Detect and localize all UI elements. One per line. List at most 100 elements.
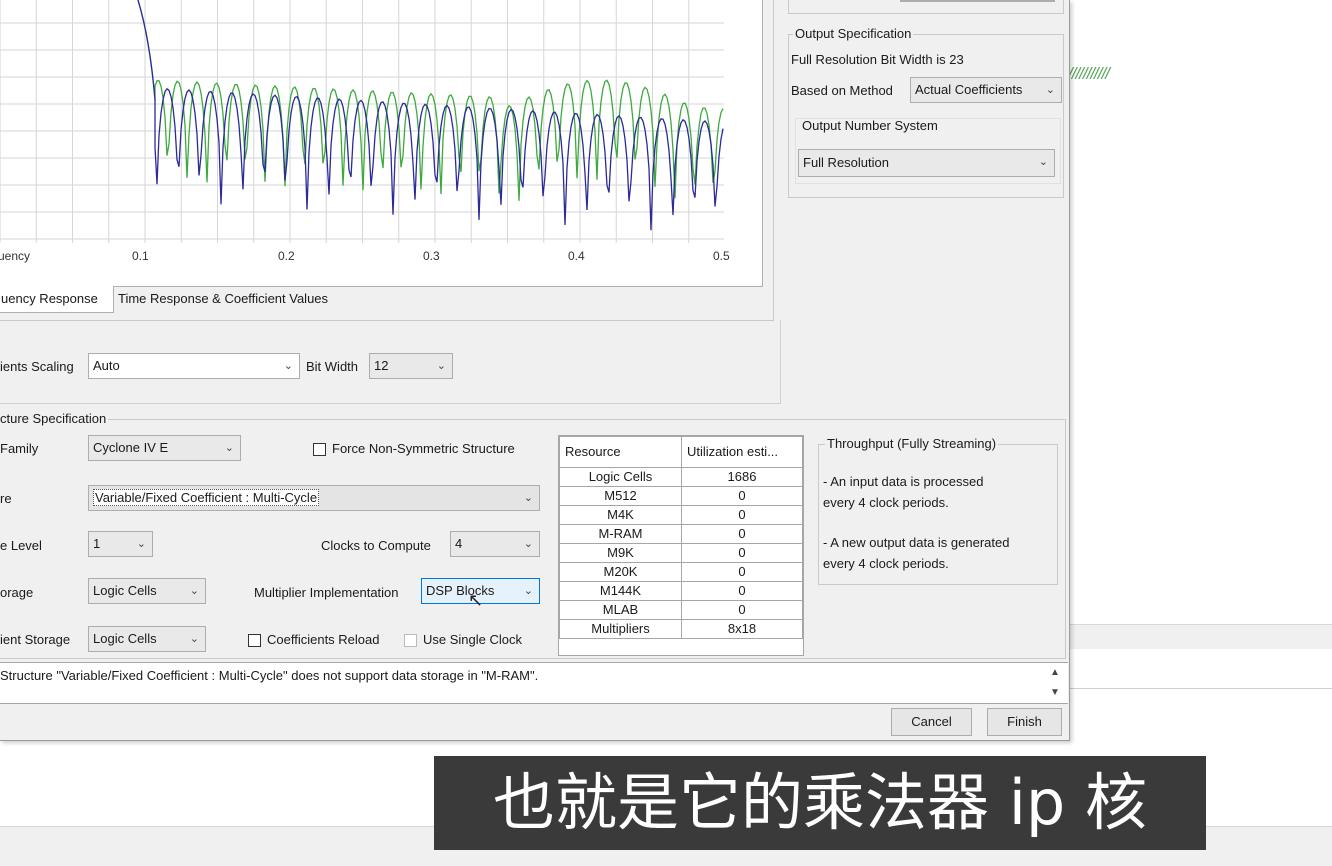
scroll-down-icon[interactable]: ▼ (1050, 687, 1060, 698)
resource-utilization-cell: 0 (681, 524, 803, 544)
x-tick-label: 0.2 (278, 249, 295, 263)
data-storage-select[interactable]: Logic Cells ⌄ (88, 578, 206, 604)
resource-utilization-cell: 0 (681, 562, 803, 582)
upper-combo-edge (900, 0, 1055, 2)
table-header-row: Resource Utilization esti... (559, 436, 803, 468)
number-system-select[interactable]: Full Resolution ⌄ (798, 149, 1055, 177)
scroll-up-icon[interactable]: ▲ (1050, 667, 1060, 678)
chart-tabs: uency Response Time Response & Coefficie… (0, 286, 762, 314)
clocks-to-compute-select[interactable]: 4 ⌄ (450, 531, 540, 557)
pipeline-level-label: e Level (0, 538, 42, 553)
coefficients-scaling-value: Auto (93, 358, 120, 373)
resource-name-cell: M20K (559, 562, 682, 582)
background-divider (1070, 688, 1332, 689)
coefficient-storage-select[interactable]: Logic Cells ⌄ (88, 626, 206, 652)
resource-utilization-table: Resource Utilization esti... Logic Cells… (559, 436, 803, 639)
number-system-value: Full Resolution (803, 155, 889, 170)
table-row: M-RAM 0 (559, 524, 803, 544)
resource-name-cell: M4K (559, 505, 682, 525)
message-area[interactable]: Structure "Variable/Fixed Coefficient : … (0, 662, 1068, 704)
tab-time-response[interactable]: Time Response & Coefficient Values (112, 286, 334, 312)
finish-button[interactable]: Finish (987, 708, 1062, 736)
table-row: Logic Cells 1686 (559, 467, 803, 487)
resource-utilization-cell: 8x18 (681, 619, 803, 639)
method-label: Based on Method (791, 83, 893, 98)
x-tick-label: 0.5 (713, 249, 730, 263)
force-non-symmetric-checkbox[interactable] (313, 443, 326, 456)
bit-width-text: Full Resolution Bit Width is 23 (791, 52, 964, 67)
table-row: M512 0 (559, 486, 803, 506)
force-non-symmetric-label: Force Non-Symmetric Structure (332, 441, 515, 456)
structure-label: re (0, 491, 12, 506)
x-tick-label: 0.1 (132, 249, 149, 263)
series-line-blue (137, 0, 724, 231)
device-family-select[interactable]: Cyclone IV E ⌄ (88, 435, 241, 461)
chevron-down-icon: ⌄ (523, 538, 533, 550)
cancel-button[interactable]: Cancel (891, 708, 972, 736)
device-family-value: Cyclone IV E (93, 440, 169, 455)
table-row: M144K 0 (559, 581, 803, 601)
chevron-down-icon: ⌄ (1045, 84, 1055, 96)
resource-utilization-cell: 0 (681, 486, 803, 506)
column-header-utilization[interactable]: Utilization esti... (681, 436, 803, 468)
throughput-title: Throughput (Fully Streaming) (825, 436, 999, 451)
clocks-to-compute-label: Clocks to Compute (321, 538, 431, 553)
table-row: MLAB 0 (559, 600, 803, 620)
chevron-down-icon: ⌄ (224, 442, 234, 454)
frequency-response-plot (0, 0, 724, 243)
structure-value: Variable/Fixed Coefficient : Multi-Cycle (93, 489, 320, 506)
chevron-down-icon: ⌄ (283, 360, 293, 372)
coefficients-reload-label: Coefficients Reload (267, 632, 380, 647)
multiplier-implementation-label: Multiplier Implementation (254, 585, 399, 600)
chevron-down-icon: ⌄ (1038, 156, 1048, 168)
chevron-down-icon: ⌄ (523, 492, 533, 504)
coefficients-scaling-select[interactable]: Auto ⌄ (88, 353, 300, 379)
chart-panel: uency 0.1 0.2 0.3 0.4 0.5 uency Response… (0, 0, 774, 321)
x-tick-label: uency (0, 249, 31, 263)
data-storage-value: Logic Cells (93, 583, 157, 598)
number-system-label: Output Number System (802, 118, 938, 133)
resource-name-cell: Multipliers (559, 619, 682, 639)
resource-name-cell: M9K (559, 543, 682, 563)
resource-utilization-cell: 1686 (681, 467, 803, 487)
use-single-clock-checkbox[interactable] (404, 634, 417, 647)
status-message: Structure "Variable/Fixed Coefficient : … (0, 668, 539, 683)
tab-frequency-response[interactable]: uency Response (0, 286, 114, 313)
multiplier-implementation-value: DSP Blocks (426, 583, 495, 598)
background-strip (1070, 624, 1332, 649)
clocks-to-compute-value: 4 (455, 536, 463, 551)
output-specification-title: Output Specification (793, 26, 914, 41)
column-header-resource[interactable]: Resource (559, 436, 682, 468)
x-tick-label: 0.3 (423, 249, 440, 263)
resource-name-cell: MLAB (559, 600, 682, 620)
upper-group-edge (788, 0, 1064, 14)
structure-specification-title: cture Specification (0, 411, 109, 426)
background-right (1070, 0, 1332, 865)
hatch-decoration: /////////// (1068, 64, 1110, 83)
method-value: Actual Coefficients (915, 82, 1023, 97)
chevron-down-icon: ⌄ (189, 633, 199, 645)
resource-utilization-cell: 0 (681, 600, 803, 620)
throughput-line: - An input data is processed (823, 474, 984, 489)
resource-table-panel: Resource Utilization esti... Logic Cells… (558, 435, 804, 656)
coefficients-reload-checkbox[interactable] (248, 634, 261, 647)
series-line-green (137, 0, 724, 201)
bit-width-label: Bit Width (306, 359, 359, 374)
family-label: Family (0, 441, 39, 456)
throughput-line: - A new output data is generated (823, 535, 1010, 550)
resource-utilization-cell: 0 (681, 581, 803, 601)
pipeline-level-select[interactable]: 1 ⌄ (88, 531, 153, 557)
coefficient-storage-label: ient Storage (0, 632, 71, 647)
method-select[interactable]: Actual Coefficients ⌄ (910, 77, 1062, 103)
chevron-down-icon: ⌄ (436, 360, 446, 372)
resource-name-cell: Logic Cells (559, 467, 682, 487)
structure-select[interactable]: Variable/Fixed Coefficient : Multi-Cycle… (88, 485, 540, 511)
bit-width-select[interactable]: 12 ⌄ (369, 353, 453, 379)
coefficients-scaling-label: ients Scaling (0, 359, 74, 374)
coefficient-storage-value: Logic Cells (93, 631, 157, 646)
video-subtitle: 也就是它的乘法器 ip 核 (434, 756, 1206, 850)
data-storage-label: orage (0, 585, 34, 600)
x-tick-label: 0.4 (568, 249, 585, 263)
pipeline-level-value: 1 (93, 536, 101, 551)
resource-name-cell: M512 (559, 486, 682, 506)
